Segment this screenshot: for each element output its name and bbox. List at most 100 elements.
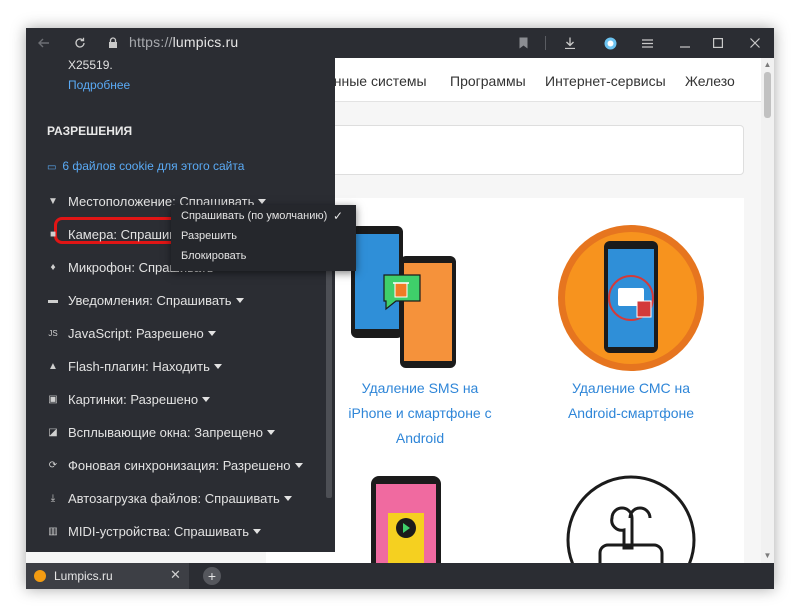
search-input[interactable] (326, 125, 744, 175)
cookie-icon: ▭ (47, 162, 57, 173)
panel-scroll-thumb[interactable] (326, 258, 332, 498)
permission-notifications[interactable]: ▬ Уведомления: Спрашивать (46, 290, 244, 310)
midi-icon: ▥ (48, 525, 58, 537)
minimize-icon[interactable] (678, 28, 692, 58)
menu-icon[interactable] (640, 28, 654, 58)
permission-label: Всплывающие окна: (68, 424, 191, 440)
tab-close-icon[interactable]: ✕ (170, 567, 181, 583)
sms-delete-illustration[interactable] (346, 223, 461, 373)
url-scheme: https:// (129, 34, 173, 50)
favicon-icon (34, 570, 46, 582)
nav-item-os[interactable]: онные системы (326, 73, 427, 89)
permissions-heading: РАЗРЕШЕНИЯ (47, 124, 133, 138)
permission-flash[interactable]: ▲ Flash-плагин: Находить (46, 356, 222, 376)
card-title-line: iPhone и смартфоне с (348, 405, 492, 421)
scroll-up-icon[interactable]: ▲ (761, 58, 774, 72)
notifications-icon: ▬ (48, 294, 58, 306)
permission-value[interactable]: Находить (152, 359, 210, 374)
alice-icon[interactable] (603, 28, 617, 58)
chevron-down-icon (253, 528, 261, 534)
toolbar-divider (545, 36, 546, 50)
reload-icon[interactable] (70, 28, 90, 58)
permission-value[interactable]: Разрешено (136, 326, 204, 341)
back-icon[interactable] (34, 28, 54, 58)
permission-value[interactable]: Спрашивать (174, 524, 249, 539)
more-info-link[interactable]: Подробнее (68, 78, 130, 92)
permission-label: Автозагрузка файлов: (68, 490, 202, 506)
card-title-line: Удаление СМС на (571, 380, 691, 396)
bookmark-icon[interactable] (516, 28, 530, 58)
chevron-down-icon (267, 429, 276, 435)
card-title-sms-iphone[interactable]: Удаление SMS на iPhone и смартфоне с And… (336, 376, 504, 451)
chevron-down-icon (283, 495, 292, 501)
permission-label: JavaScript: (68, 325, 133, 341)
permission-label: MIDI-устройства: (68, 523, 171, 539)
checkmark-icon: ✓ (333, 209, 344, 223)
new-tab-icon[interactable]: + (203, 567, 221, 585)
camera-icon: ■ (49, 228, 57, 240)
permission-label: Микрофон: (68, 259, 135, 275)
address-bar[interactable]: https://lumpics.ru (129, 34, 238, 50)
cookies-link[interactable]: ▭ 6 файлов cookie для этого сайта (47, 159, 244, 173)
key-exchange-text: X25519. (68, 58, 113, 72)
card-title-line: Удаление SMS на (361, 380, 479, 396)
popup-icon: ◪ (48, 426, 58, 438)
close-icon[interactable] (748, 28, 762, 58)
location-icon: ▼ (48, 195, 58, 207)
chevron-down-icon (294, 462, 303, 468)
browser-window: https://lumpics.ru онные системы Програм… (26, 28, 774, 589)
download-icon[interactable] (563, 28, 577, 58)
permission-javascript[interactable]: JS JavaScript: Разрешено (46, 323, 216, 343)
permission-label: Flash-плагин: (68, 358, 149, 374)
microphone-icon: ♦ (50, 261, 56, 273)
dropdown-option-ask-default[interactable]: Спрашивать (по умолчанию) (181, 210, 327, 222)
permission-images[interactable]: ▣ Картинки: Разрешено (46, 389, 211, 409)
dropdown-option-allow[interactable]: Разрешить (181, 230, 237, 242)
lock-icon[interactable] (106, 28, 120, 58)
permission-label: Картинки: (68, 391, 127, 407)
chevron-down-icon (207, 330, 216, 336)
page-scrollbar[interactable]: ▲ ▼ (761, 58, 774, 563)
scroll-thumb[interactable] (764, 72, 771, 118)
card-title-line: Android-смартфоне (567, 405, 695, 421)
permission-label: Местоположение: (68, 193, 176, 209)
permission-auto-download[interactable]: ⤓ Автозагрузка файлов: Спрашивать (46, 488, 292, 508)
chevron-down-icon (202, 396, 211, 402)
permission-value[interactable]: Спрашивать (205, 491, 280, 506)
tab-bar: Lumpics.ru ✕ + (26, 563, 774, 589)
permission-label: Камера: (68, 226, 118, 242)
permission-popups[interactable]: ◪ Всплывающие окна: Запрещено (46, 422, 276, 442)
url-host: lumpics.ru (172, 34, 239, 50)
nav-item-hardware[interactable]: Железо (685, 73, 735, 89)
card-title-sms-android[interactable]: Удаление СМС на Android-смартфоне (546, 376, 716, 426)
permission-value[interactable]: Разрешено (130, 392, 198, 407)
sync-icon: ⟳ (48, 459, 58, 471)
browser-toolbar: https://lumpics.ru (26, 28, 774, 58)
permission-midi[interactable]: ▥ MIDI-устройства: Спрашивать (46, 521, 261, 541)
tab-lumpics[interactable]: Lumpics.ru ✕ (26, 563, 189, 589)
flash-icon: ▲ (48, 360, 58, 372)
nav-item-programs[interactable]: Программы (450, 73, 526, 89)
site-info-panel: X25519. Подробнее РАЗРЕШЕНИЯ ▭ 6 файлов … (26, 58, 335, 552)
download-icon: ⤓ (50, 492, 56, 504)
javascript-icon: JS (48, 328, 58, 338)
chevron-down-icon (235, 297, 244, 303)
card-title-line: Android (395, 430, 445, 446)
image-icon: ▣ (48, 393, 58, 405)
permission-label: Фоновая синхронизация: (68, 457, 220, 473)
chevron-down-icon (213, 363, 222, 369)
tab-label: Lumpics.ru (54, 569, 113, 583)
permission-background-sync[interactable]: ⟳ Фоновая синхронизация: Разрешено (46, 455, 303, 475)
scroll-down-icon[interactable]: ▼ (761, 549, 774, 563)
location-permission-dropdown: Спрашивать (по умолчанию) ✓ Разрешить Бл… (171, 205, 356, 271)
maximize-icon[interactable] (711, 28, 725, 58)
dropdown-option-block[interactable]: Блокировать (181, 250, 246, 262)
nav-item-internet-services[interactable]: Интернет-сервисы (545, 73, 666, 89)
cookies-link-label: 6 файлов cookie для этого сайта (62, 159, 245, 173)
permission-label: Уведомления: (68, 292, 153, 308)
permission-value[interactable]: Спрашивать (157, 293, 232, 308)
permission-value[interactable]: Запрещено (194, 425, 263, 440)
sms-android-illustration[interactable] (556, 223, 706, 373)
chevron-down-icon (258, 198, 267, 204)
permission-value[interactable]: Разрешено (223, 458, 291, 473)
